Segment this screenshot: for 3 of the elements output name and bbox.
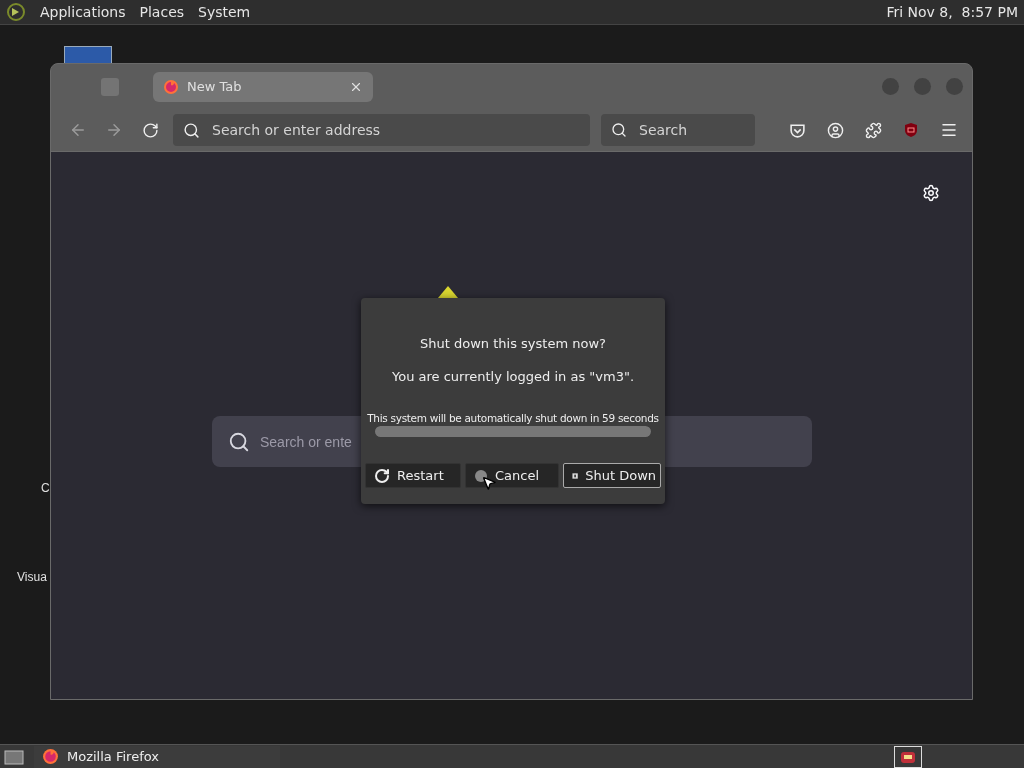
countdown-text: This system will be automatically shut down in 59 seconds: [367, 412, 659, 424]
dialog-title: Shut down this system now?: [420, 336, 606, 351]
dialog-message: You are currently logged in as "vm3".: [391, 369, 635, 384]
